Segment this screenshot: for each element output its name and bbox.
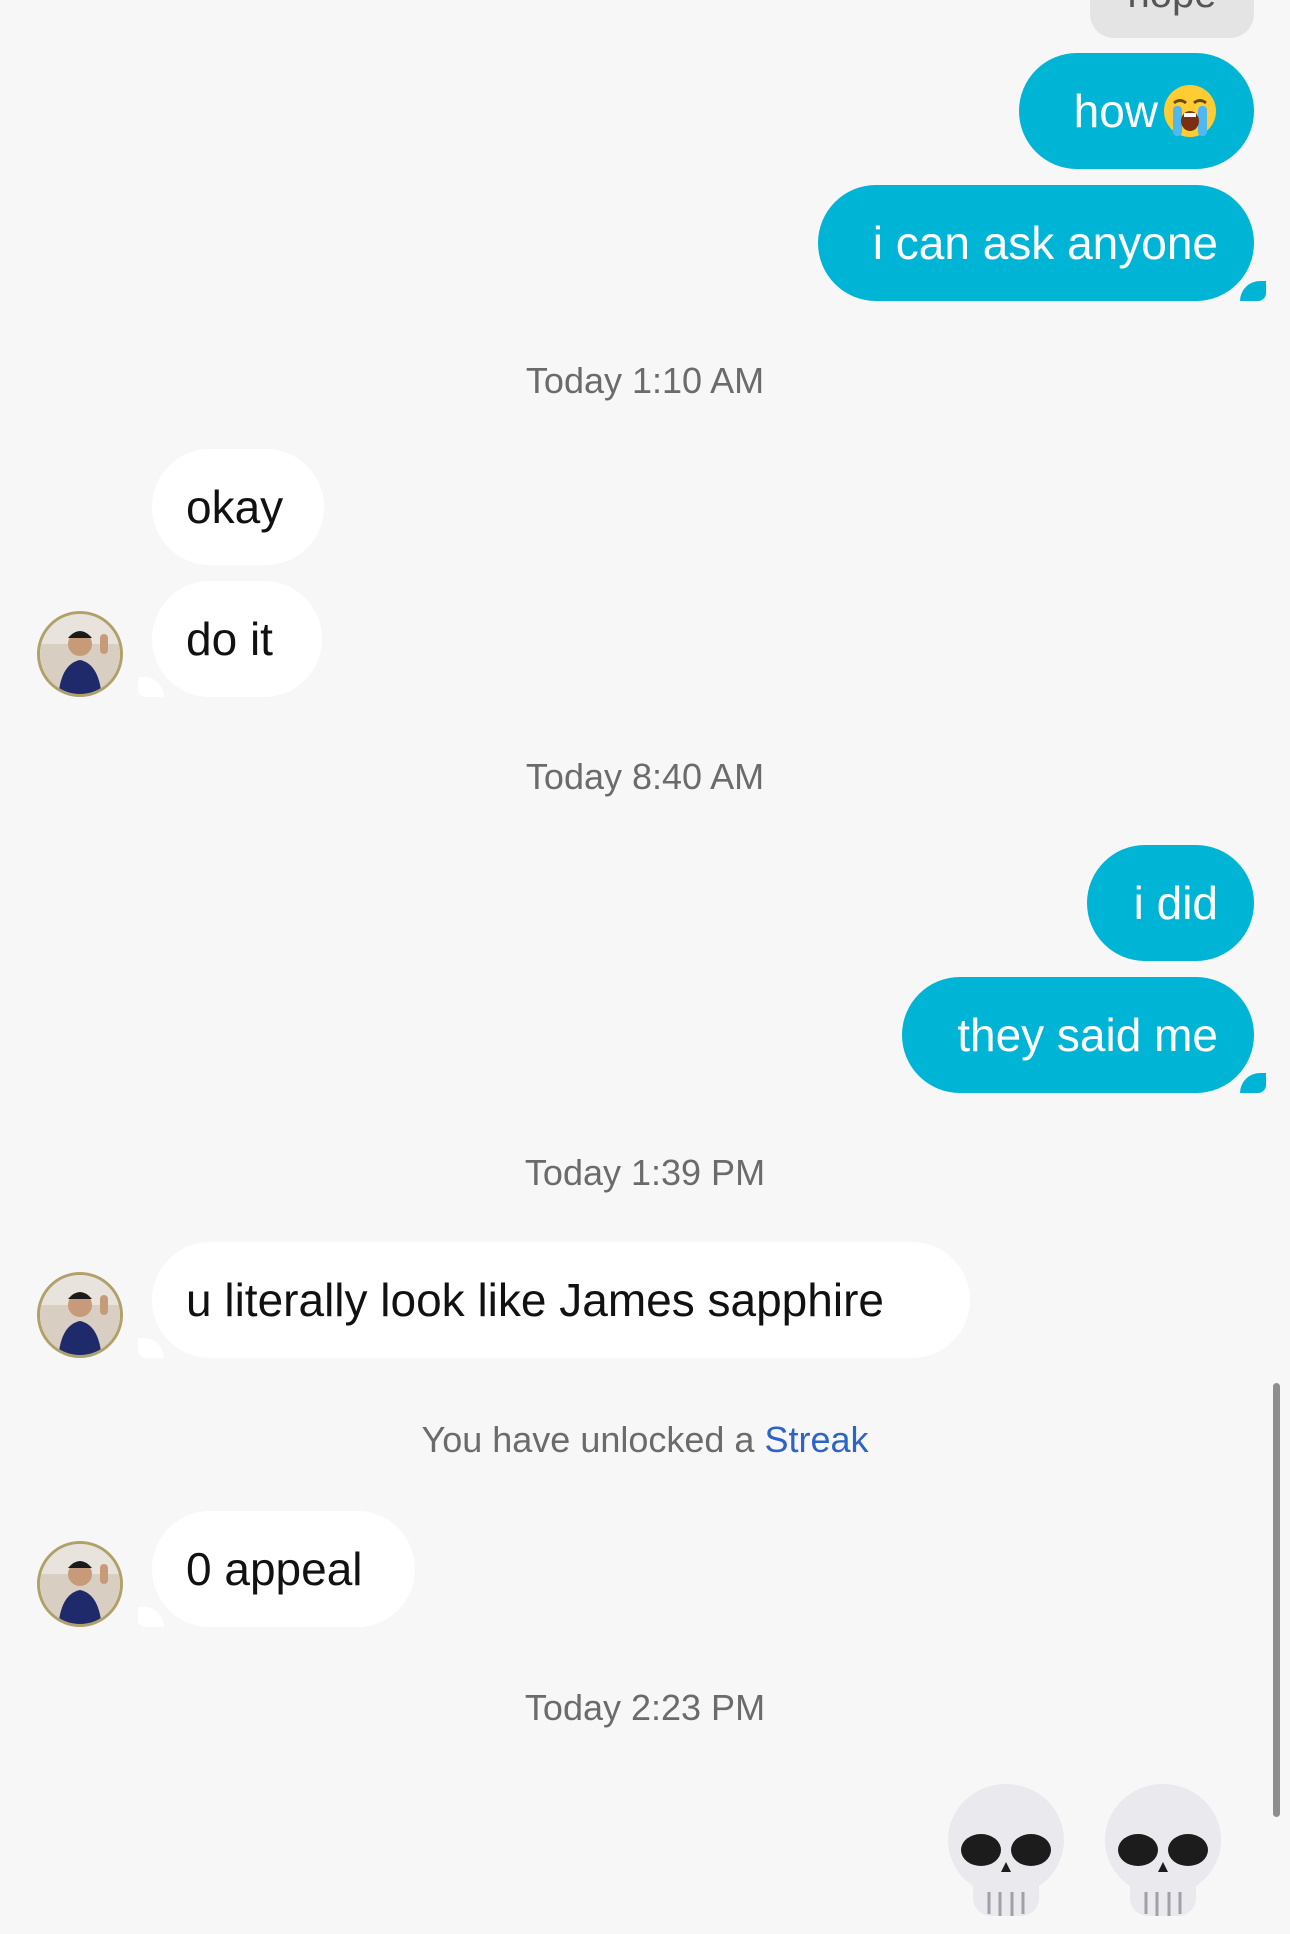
message-text: i can ask anyone <box>872 217 1218 269</box>
contact-avatar[interactable] <box>37 1272 123 1358</box>
message-text: i did <box>1133 877 1218 929</box>
loudly-crying-face-icon <box>1164 84 1216 137</box>
timestamp: Today 1:10 AM <box>525 360 765 401</box>
incoming-bubble-tail <box>138 677 164 697</box>
incoming-bubble-tail <box>138 1607 164 1627</box>
incoming-message-do-it[interactable]: do it <box>152 581 322 697</box>
message-text: u literally look like James sapphire <box>186 1274 884 1326</box>
previous-message-bubble[interactable]: nope <box>1090 0 1254 38</box>
outgoing-message-ask[interactable]: i can ask anyone <box>818 185 1254 301</box>
message-text: okay <box>186 481 284 533</box>
outgoing-bubble-tail <box>1240 281 1266 301</box>
scrollbar[interactable] <box>1273 1383 1280 1817</box>
contact-avatar[interactable] <box>37 611 123 697</box>
incoming-bubble-tail <box>138 1338 164 1358</box>
previous-message-text: nope <box>1128 0 1217 16</box>
timestamp: Today 1:39 PM <box>524 1152 766 1193</box>
outgoing-bubble-tail <box>1240 1073 1266 1093</box>
system-message-text: You have unlocked a <box>421 1419 765 1460</box>
streak-link[interactable]: Streak <box>764 1419 868 1460</box>
streak-system-message: You have unlocked a Streak <box>0 1419 1290 1461</box>
outgoing-message-i-did[interactable]: i did <box>1087 845 1254 961</box>
incoming-message-okay[interactable]: okay <box>152 449 324 565</box>
skull-icon[interactable] <box>943 1780 1069 1922</box>
message-text: do it <box>186 613 273 665</box>
skull-icon[interactable] <box>1100 1780 1226 1922</box>
outgoing-message-they-said-me[interactable]: they said me <box>902 977 1254 1093</box>
avatar-photo-icon <box>40 1544 120 1624</box>
message-text: how <box>1073 85 1158 137</box>
incoming-message-appeal[interactable]: 0 appeal <box>152 1511 415 1627</box>
outgoing-message-how[interactable]: how <box>1019 53 1254 169</box>
message-text: they said me <box>957 1009 1218 1061</box>
message-text: 0 appeal <box>186 1543 363 1595</box>
avatar-photo-icon <box>40 614 120 694</box>
incoming-message-james[interactable]: u literally look like James sapphire <box>152 1242 970 1358</box>
avatar-photo-icon <box>40 1275 120 1355</box>
timestamp: Today 8:40 AM <box>525 756 765 797</box>
contact-avatar[interactable] <box>37 1541 123 1627</box>
timestamp: Today 2:23 PM <box>524 1687 766 1728</box>
